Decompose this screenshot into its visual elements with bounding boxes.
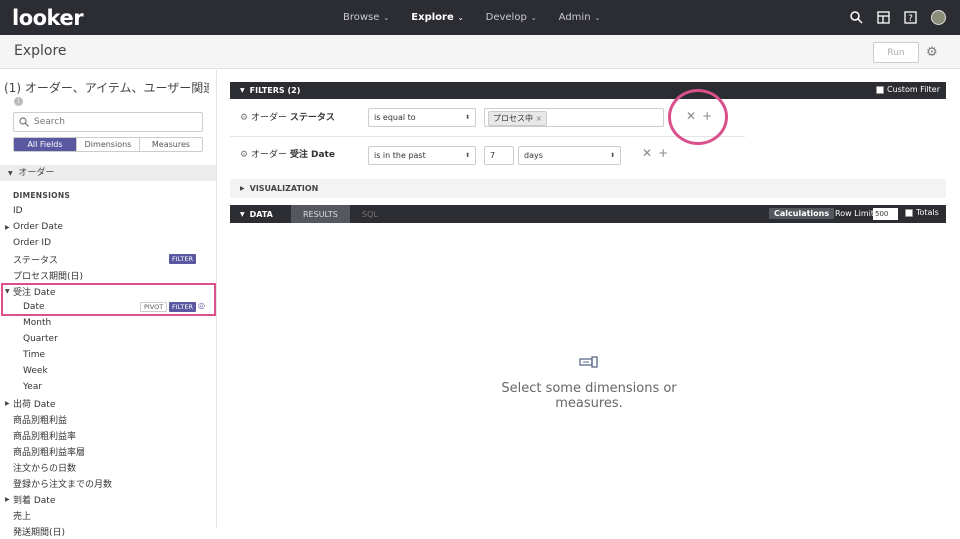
filters-header[interactable]: ▼ FILTERS (2) Custom Filter xyxy=(230,82,946,99)
filter-actions: ✕+ xyxy=(642,146,674,160)
operator-select[interactable]: is equal to ⬍ xyxy=(368,108,476,127)
checkbox[interactable] xyxy=(905,208,913,217)
caret-right-icon: ▶ xyxy=(240,185,245,192)
search-field[interactable] xyxy=(13,112,203,132)
empty-state-icon xyxy=(579,356,598,368)
select-arrows-icon: ⬍ xyxy=(609,152,615,159)
row-limit-input[interactable]: 500 xyxy=(873,208,898,220)
filter-label: ⚙ オーダー ステータス xyxy=(240,113,335,123)
field-item[interactable]: ステータス FILTER xyxy=(0,251,216,267)
value-input[interactable]: プロセス中 × xyxy=(484,108,664,127)
chevron-down-icon: ⌄ xyxy=(594,13,601,22)
close-icon[interactable]: × xyxy=(536,114,543,123)
field-group[interactable]: ▶ 出荷 Date xyxy=(0,395,216,411)
row-limit-label: Row Limit xyxy=(835,209,875,218)
field-list: DIMENSIONS ID ▶ Order Date Order ID ステータス… xyxy=(0,187,216,539)
svg-text:?: ? xyxy=(908,14,913,24)
field-item[interactable]: Month xyxy=(0,315,216,331)
help-icon[interactable]: ? xyxy=(904,11,917,24)
totals-toggle[interactable]: Totals xyxy=(905,208,939,217)
field-item[interactable]: 発送期間(日) xyxy=(0,523,216,539)
nav-icons: ? xyxy=(850,10,946,25)
filter-row: ⚙ オーダー 受注 Date is in the past ⬍ 7 days ⬍ ✕… xyxy=(230,138,745,172)
section-header: DIMENSIONS xyxy=(13,190,71,200)
gear-icon[interactable]: ⚙ xyxy=(240,150,248,160)
search-icon xyxy=(19,117,29,127)
add-filter-icon[interactable]: + xyxy=(658,146,674,160)
unit-select[interactable]: days ⬍ xyxy=(518,146,621,165)
caret-down-icon: ▼ xyxy=(240,210,245,218)
number-input[interactable]: 7 xyxy=(484,146,514,165)
custom-filter-toggle[interactable]: Custom Filter xyxy=(875,85,940,94)
visualization-header[interactable]: ▶ VISUALIZATION xyxy=(230,179,946,198)
highlight-circle xyxy=(668,89,728,145)
field-item[interactable]: 商品別粗利益率層 xyxy=(0,443,216,459)
caret-down-icon: ▼ xyxy=(240,87,245,94)
remove-filter-icon[interactable]: ✕ xyxy=(642,146,658,160)
chevron-down-icon: ⌄ xyxy=(457,13,464,22)
field-item[interactable]: Week xyxy=(0,363,216,379)
top-nav: looker Browse ⌄ Explore ⌄ Develop ⌄ Admin ⌄ … xyxy=(0,0,960,35)
field-group[interactable]: ▶ Order Date xyxy=(0,219,216,235)
nav-explore[interactable]: Explore ⌄ xyxy=(411,12,463,23)
field-group[interactable]: ▶ 到着 Date xyxy=(0,491,216,507)
tab-dimensions[interactable]: Dimensions xyxy=(77,138,140,151)
caret-down-icon: ▼ xyxy=(8,170,13,177)
gear-icon[interactable]: ⚙ xyxy=(926,45,938,60)
field-item[interactable]: 登録から注文までの月数 xyxy=(0,475,216,491)
checkbox[interactable] xyxy=(875,85,884,94)
caret-right-icon: ▶ xyxy=(5,399,10,407)
search-input[interactable] xyxy=(34,117,194,127)
field-item[interactable]: プロセス期間(日) xyxy=(0,267,216,283)
highlight-box xyxy=(1,283,216,316)
looker-logo[interactable]: looker xyxy=(12,6,84,30)
field-tabs: All Fields Dimensions Measures xyxy=(13,137,203,152)
field-item[interactable]: Time xyxy=(0,347,216,363)
field-item[interactable]: 注文からの日数 xyxy=(0,459,216,475)
filter-tag[interactable]: FILTER xyxy=(169,254,196,264)
caret-right-icon: ▶ xyxy=(5,223,10,231)
field-item[interactable]: Order ID xyxy=(0,235,216,251)
dashboard-icon[interactable] xyxy=(877,11,890,24)
field-item[interactable]: Year xyxy=(0,379,216,395)
nav-develop[interactable]: Develop ⌄ xyxy=(486,12,537,23)
tab-all-fields[interactable]: All Fields xyxy=(14,138,77,151)
operator-select[interactable]: is in the past ⬍ xyxy=(368,146,476,165)
page-title: Explore xyxy=(14,43,67,59)
field-item[interactable]: 商品別粗利益率 xyxy=(0,427,216,443)
calculations-button[interactable]: Calculations xyxy=(769,208,835,219)
empty-message: Select some dimensions or measures. xyxy=(501,381,677,411)
search-icon[interactable] xyxy=(850,11,863,24)
tab-results[interactable]: RESULTS xyxy=(291,205,350,223)
view-header[interactable]: ▼ オーダー xyxy=(0,165,216,181)
select-arrows-icon: ⬍ xyxy=(464,152,470,159)
caret-right-icon: ▶ xyxy=(5,495,10,503)
explore-title: (1) オーダー、アイテム、ユーザー関連 xyxy=(4,81,209,95)
value-chip[interactable]: プロセス中 × xyxy=(488,111,548,126)
tab-data[interactable]: ▼ DATA xyxy=(230,205,291,223)
filter-label: ⚙ オーダー 受注 Date xyxy=(240,150,335,160)
nav-browse[interactable]: Browse ⌄ xyxy=(343,12,389,23)
field-item[interactable]: Quarter xyxy=(0,331,216,347)
tab-sql[interactable]: SQL xyxy=(350,205,390,223)
main-nav: Browse ⌄ Explore ⌄ Develop ⌄ Admin ⌄ xyxy=(343,0,622,35)
info-icon[interactable]: i xyxy=(14,97,23,106)
run-button[interactable]: Run xyxy=(873,42,919,63)
data-header: ▼ DATA RESULTS SQL Calculations Row Limit… xyxy=(230,205,946,223)
field-item[interactable]: 売上 xyxy=(0,507,216,523)
chevron-down-icon: ⌄ xyxy=(383,13,390,22)
avatar[interactable] xyxy=(931,10,946,25)
page-header: Explore xyxy=(0,35,960,69)
gear-icon[interactable]: ⚙ xyxy=(240,113,248,123)
tab-measures[interactable]: Measures xyxy=(140,138,202,151)
select-arrows-icon: ⬍ xyxy=(464,114,470,121)
field-item[interactable]: ID xyxy=(0,203,216,219)
chevron-down-icon: ⌄ xyxy=(530,13,537,22)
nav-admin[interactable]: Admin ⌄ xyxy=(559,12,601,23)
field-item[interactable]: 商品別粗利益 xyxy=(0,411,216,427)
